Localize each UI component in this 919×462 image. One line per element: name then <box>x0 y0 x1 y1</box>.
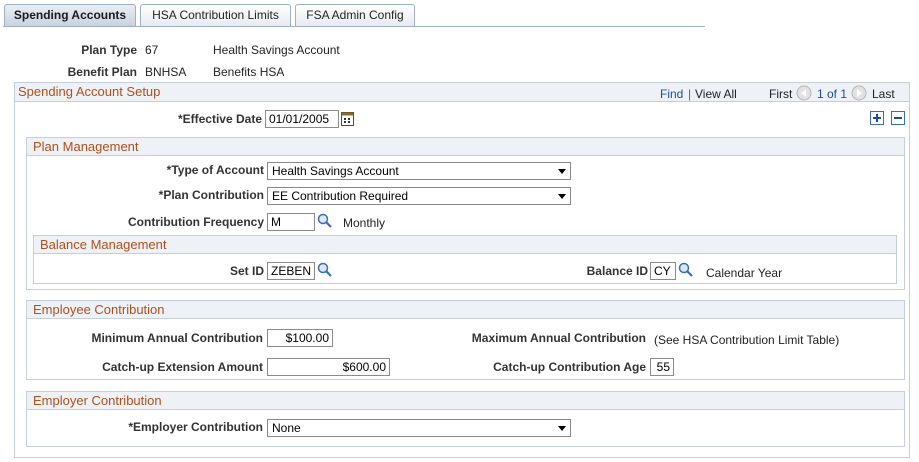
catchup-extension-amount-input[interactable]: $600.00 <box>267 358 390 376</box>
add-row-icon[interactable] <box>870 111 884 125</box>
spending-account-setup-title: Spending Account Setup <box>18 84 161 99</box>
contribution-frequency-label: Contribution Frequency <box>128 215 264 229</box>
employer-contribution-select[interactable]: None <box>267 419 571 437</box>
view-all-link[interactable]: View All <box>695 87 737 101</box>
first-link[interactable]: First <box>769 87 792 101</box>
plan-type-code: 67 <box>145 43 159 57</box>
tab-hsa-contribution-limits[interactable]: HSA Contribution Limits <box>140 4 291 26</box>
tab-divider <box>3 26 705 27</box>
plan-type-label: Plan Type <box>81 43 137 57</box>
plan-management-header: Plan Management <box>27 138 904 156</box>
chevron-down-icon <box>558 194 566 199</box>
benefit-plan-code: BNHSA <box>145 65 187 79</box>
contribution-frequency-input[interactable]: M <box>267 213 315 231</box>
previous-arrow-icon[interactable] <box>796 85 812 101</box>
last-link[interactable]: Last <box>872 87 895 101</box>
minimum-annual-contribution-label: Minimum Annual Contribution <box>91 331 263 345</box>
catchup-extension-amount-label: Catch-up Extension Amount <box>102 360 263 374</box>
balance-management-header: Balance Management <box>34 236 896 254</box>
set-id-label: Set ID <box>229 264 264 278</box>
balance-id-label: Balance ID <box>586 264 648 278</box>
balance-id-input[interactable]: CY <box>650 262 676 280</box>
chevron-down-icon <box>558 169 566 174</box>
employer-contribution-value: None <box>272 421 301 435</box>
tab-fsa-admin-config[interactable]: FSA Admin Config <box>295 4 415 26</box>
plan-contribution-select[interactable]: EE Contribution Required <box>267 187 571 205</box>
balance-management-title: Balance Management <box>40 237 167 252</box>
maximum-annual-contribution-value: (See HSA Contribution Limit Table) <box>654 333 840 347</box>
plan-contribution-value: EE Contribution Required <box>272 189 409 203</box>
lookup-search-icon[interactable] <box>317 262 333 278</box>
chevron-down-icon <box>558 426 566 431</box>
maximum-annual-contribution-label: Maximum Annual Contribution <box>471 331 646 345</box>
type-of-account-label: *Type of Account <box>166 163 264 177</box>
employer-contribution-label: *Employer Contribution <box>128 420 263 434</box>
lookup-search-icon[interactable] <box>678 262 694 278</box>
tab-spending-accounts[interactable]: Spending Accounts <box>4 4 136 26</box>
employer-contribution-header: Employer Contribution <box>27 392 904 410</box>
benefit-plan-description: Benefits HSA <box>213 65 285 79</box>
type-of-account-select[interactable]: Health Savings Account <box>267 162 571 180</box>
type-of-account-value: Health Savings Account <box>272 164 399 178</box>
catchup-contribution-age-label: Catch-up Contribution Age <box>493 360 646 374</box>
plan-management-title: Plan Management <box>33 139 139 154</box>
find-link[interactable]: Find <box>660 87 683 101</box>
catchup-contribution-age-input[interactable]: 55 <box>650 358 674 376</box>
contribution-frequency-description: Monthly <box>343 216 386 230</box>
employee-contribution-header: Employee Contribution <box>27 301 904 319</box>
next-arrow-icon[interactable] <box>851 85 867 101</box>
minimum-annual-contribution-input[interactable]: $100.00 <box>267 329 333 347</box>
nav-separator: | <box>688 87 692 101</box>
benefit-plan-label: Benefit Plan <box>67 65 137 79</box>
effective-date-input[interactable]: 01/01/2005 <box>265 110 339 128</box>
employer-contribution-title: Employer Contribution <box>33 393 162 408</box>
plan-contribution-label: *Plan Contribution <box>158 188 264 202</box>
effective-date-label: *Effective Date <box>177 112 262 126</box>
calendar-icon[interactable] <box>341 111 354 126</box>
balance-id-description: Calendar Year <box>706 266 783 280</box>
employee-contribution-title: Employee Contribution <box>33 302 165 317</box>
set-id-input[interactable]: ZEBEN <box>267 262 315 280</box>
plan-type-description: Health Savings Account <box>213 43 340 57</box>
delete-row-icon[interactable] <box>891 111 905 125</box>
row-counter: 1 of 1 <box>817 87 848 101</box>
lookup-search-icon[interactable] <box>317 213 333 229</box>
